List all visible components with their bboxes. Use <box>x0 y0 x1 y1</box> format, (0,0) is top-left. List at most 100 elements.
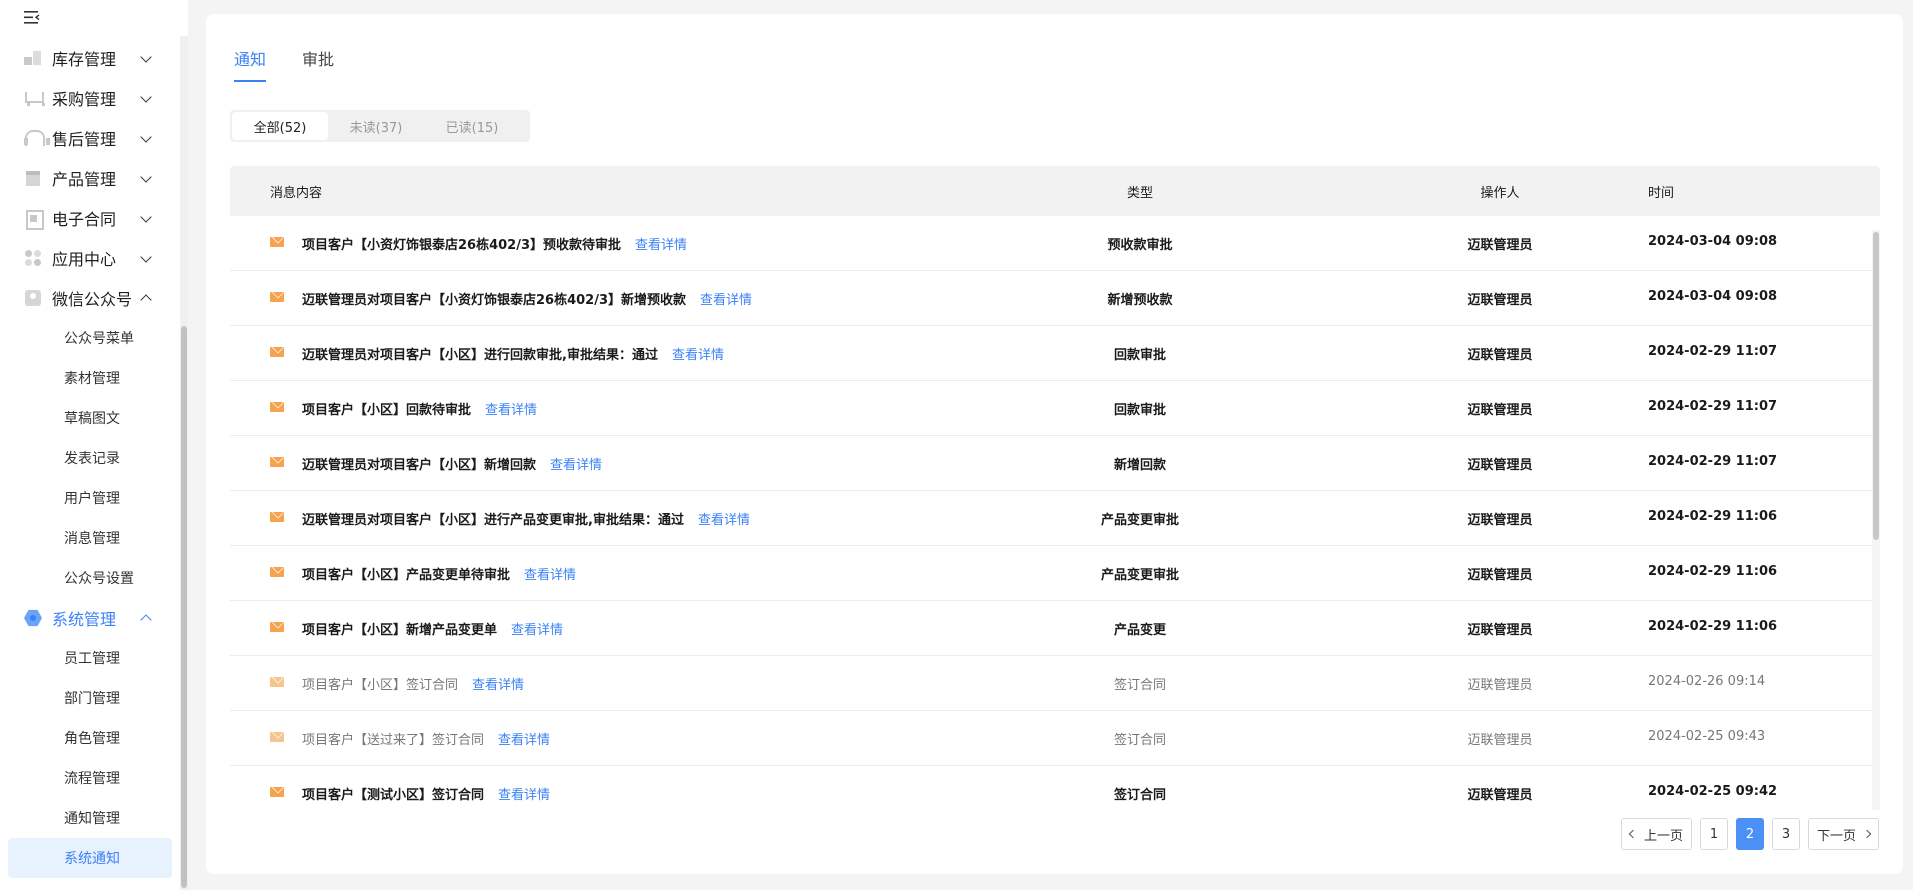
next-page-button[interactable]: 下一页 <box>1807 818 1879 850</box>
sidebar-subitem-messages[interactable]: 消息管理 <box>0 518 180 558</box>
message-type: 产品变更审批 <box>1100 513 1179 528</box>
operator: 迈联管理员 <box>1467 293 1533 308</box>
sidebar-subitem-employees[interactable]: 员工管理 <box>0 638 180 678</box>
sidebar-item-label: 电子合同 <box>52 210 117 229</box>
timestamp: 2024-02-29 11:06 <box>1648 619 1778 634</box>
chevron-down-icon <box>140 51 152 63</box>
mail-icon <box>270 512 284 522</box>
sidebar-subitem-notice-management[interactable]: 通知管理 <box>0 798 180 838</box>
sidebar-item-product[interactable]: 产品管理 <box>0 158 180 198</box>
header-type: 类型 <box>1126 186 1153 201</box>
page-button[interactable]: 3 <box>1771 818 1800 850</box>
operator: 迈联管理员 <box>1467 238 1533 253</box>
sidebar-subitem-material[interactable]: 素材管理 <box>0 358 180 398</box>
sidebar-item-label: 应用中心 <box>52 250 117 269</box>
view-detail-link[interactable]: 查看详情 <box>498 788 550 802</box>
view-detail-link[interactable]: 查看详情 <box>700 293 752 308</box>
table-row[interactable]: 项目客户【小区】回款待审批 查看详情 回款审批 迈联管理员 2024-02-29 11:… <box>230 381 1880 436</box>
table-row[interactable]: 迈联管理员对项目客户【小资灯饰银泰店26栋402/3】新增预收款 查看详情 新增预收… <box>230 271 1880 326</box>
view-detail-link[interactable]: 查看详情 <box>485 403 537 418</box>
menu-collapse-icon[interactable] <box>22 8 42 26</box>
message-content: 项目客户【小区】签订合同 查看详情 <box>302 674 524 693</box>
tab-notifications[interactable]: 通知 <box>234 46 267 82</box>
operator: 迈联管理员 <box>1467 348 1533 363</box>
sidebar-item-contract[interactable]: 电子合同 <box>0 198 180 238</box>
message-text: 迈联管理员对项目客户【小区】进行回款审批,审批结果：通过 <box>302 348 658 363</box>
sidebar-subitem-drafts[interactable]: 草稿图文 <box>0 398 180 438</box>
sidebar-item-system[interactable]: 系统管理 <box>0 598 180 638</box>
tab-approvals[interactable]: 审批 <box>302 46 334 82</box>
chevron-down-icon <box>140 211 152 223</box>
timestamp: 2024-02-29 11:07 <box>1648 344 1778 359</box>
message-text: 项目客户【小区】签订合同 <box>302 678 459 693</box>
filter-unread[interactable]: 未读(37) <box>328 112 424 140</box>
message-content: 项目客户【小区】回款待审批 查看详情 <box>302 399 537 418</box>
table-row[interactable]: 项目客户【送过来了】签订合同 查看详情 签订合同 迈联管理员 2024-02-25 09… <box>230 711 1880 766</box>
message-text: 项目客户【小区】新增产品变更单 <box>302 623 498 638</box>
timestamp: 2024-03-04 09:08 <box>1648 289 1778 304</box>
filter-all[interactable]: 全部(52) <box>232 112 328 140</box>
product-icon <box>24 169 42 187</box>
table-row[interactable]: 项目客户【小区】产品变更单待审批 查看详情 产品变更审批 迈联管理员 2024-02-2… <box>230 546 1880 601</box>
sidebar-subitem-publish-records[interactable]: 发表记录 <box>0 438 180 478</box>
view-detail-link[interactable]: 查看详情 <box>524 568 576 583</box>
mail-icon <box>270 567 284 577</box>
mail-icon <box>270 292 284 302</box>
timestamp: 2024-02-25 09:43 <box>1648 729 1766 744</box>
sidebar-subitem-roles[interactable]: 角色管理 <box>0 718 180 758</box>
sidebar-item-purchase[interactable]: 采购管理 <box>0 78 180 118</box>
view-detail-link[interactable]: 查看详情 <box>498 733 550 748</box>
chevron-up-icon <box>140 294 152 306</box>
message-type: 回款审批 <box>1113 348 1166 363</box>
page-button[interactable]: 1 <box>1699 818 1728 850</box>
view-detail-link[interactable]: 查看详情 <box>635 238 687 253</box>
message-type: 回款审批 <box>1113 403 1166 418</box>
header-operator: 操作人 <box>1480 186 1520 201</box>
mail-icon <box>270 237 284 247</box>
view-detail-link[interactable]: 查看详情 <box>550 458 602 473</box>
view-detail-link[interactable]: 查看详情 <box>698 513 750 528</box>
sidebar-scrollbar-thumb[interactable] <box>181 326 187 888</box>
sidebar-subitem-workflows[interactable]: 流程管理 <box>0 758 180 798</box>
message-text: 迈联管理员对项目客户【小区】进行产品变更审批,审批结果：通过 <box>302 513 684 528</box>
mail-icon <box>270 402 284 412</box>
sidebar-item-inventory[interactable]: 库存管理 <box>0 38 180 78</box>
sidebar-subitem-departments[interactable]: 部门管理 <box>0 678 180 718</box>
sidebar-item-label: 产品管理 <box>52 170 117 189</box>
filter-read[interactable]: 已读(15) <box>424 112 520 140</box>
operator: 迈联管理员 <box>1467 458 1533 473</box>
sidebar-item-apps[interactable]: 应用中心 <box>0 238 180 278</box>
table-row[interactable]: 迈联管理员对项目客户【小区】进行产品变更审批,审批结果：通过 查看详情 产品变更审批… <box>230 491 1880 546</box>
table-body: 项目客户【小资灯饰银泰店26栋402/3】预收款待审批 查看详情 预收款审批 迈联管理… <box>230 216 1880 802</box>
sidebar-subitem-users[interactable]: 用户管理 <box>0 478 180 518</box>
message-type: 签订合同 <box>1113 733 1166 748</box>
inventory-icon <box>24 49 42 67</box>
message-type: 产品变更 <box>1113 623 1166 638</box>
page-button-current[interactable]: 2 <box>1735 818 1764 850</box>
read-filter: 全部(52) 未读(37) 已读(15) <box>230 110 530 142</box>
sidebar-item-wechat[interactable]: 微信公众号 <box>0 278 180 318</box>
table-row[interactable]: 迈联管理员对项目客户【小区】进行回款审批,审批结果：通过 查看详情 回款审批 迈联管理… <box>230 326 1880 381</box>
view-detail-link[interactable]: 查看详情 <box>511 623 563 638</box>
timestamp: 2024-02-29 11:06 <box>1648 564 1778 579</box>
sidebar-subitem-wechat-menu[interactable]: 公众号菜单 <box>0 318 180 358</box>
table-row[interactable]: 项目客户【测试小区】签订合同 查看详情 签订合同 迈联管理员 2024-02-25 09… <box>230 766 1880 802</box>
table-scrollbar-thumb[interactable] <box>1873 232 1879 540</box>
pagination: 上一页 1 2 3 下一页 <box>1620 818 1879 850</box>
table-row[interactable]: 项目客户【小区】签订合同 查看详情 签订合同 迈联管理员 2024-02-26 09:1… <box>230 656 1880 711</box>
timestamp: 2024-02-25 09:42 <box>1648 784 1778 799</box>
prev-page-button[interactable]: 上一页 <box>1620 818 1692 850</box>
sidebar-subitem-system-notifications[interactable]: 系统通知 <box>8 838 172 878</box>
mail-icon <box>270 457 284 467</box>
message-content: 迈联管理员对项目客户【小区】新增回款 查看详情 <box>302 454 602 473</box>
table-row[interactable]: 迈联管理员对项目客户【小区】新增回款 查看详情 新增回款 迈联管理员 2024-02-2… <box>230 436 1880 491</box>
table-row[interactable]: 项目客户【小资灯饰银泰店26栋402/3】预收款待审批 查看详情 预收款审批 迈联管理… <box>230 216 1880 271</box>
wechat-user-icon <box>24 289 42 307</box>
sidebar-subitem-wechat-settings[interactable]: 公众号设置 <box>0 558 180 598</box>
sidebar-item-aftersales[interactable]: 售后管理 <box>0 118 180 158</box>
table-row[interactable]: 项目客户【小区】新增产品变更单 查看详情 产品变更 迈联管理员 2024-02-29 1… <box>230 601 1880 656</box>
mail-open-icon <box>270 732 284 742</box>
view-detail-link[interactable]: 查看详情 <box>472 678 524 693</box>
view-detail-link[interactable]: 查看详情 <box>672 348 724 363</box>
message-text: 项目客户【送过来了】签订合同 <box>302 733 485 748</box>
